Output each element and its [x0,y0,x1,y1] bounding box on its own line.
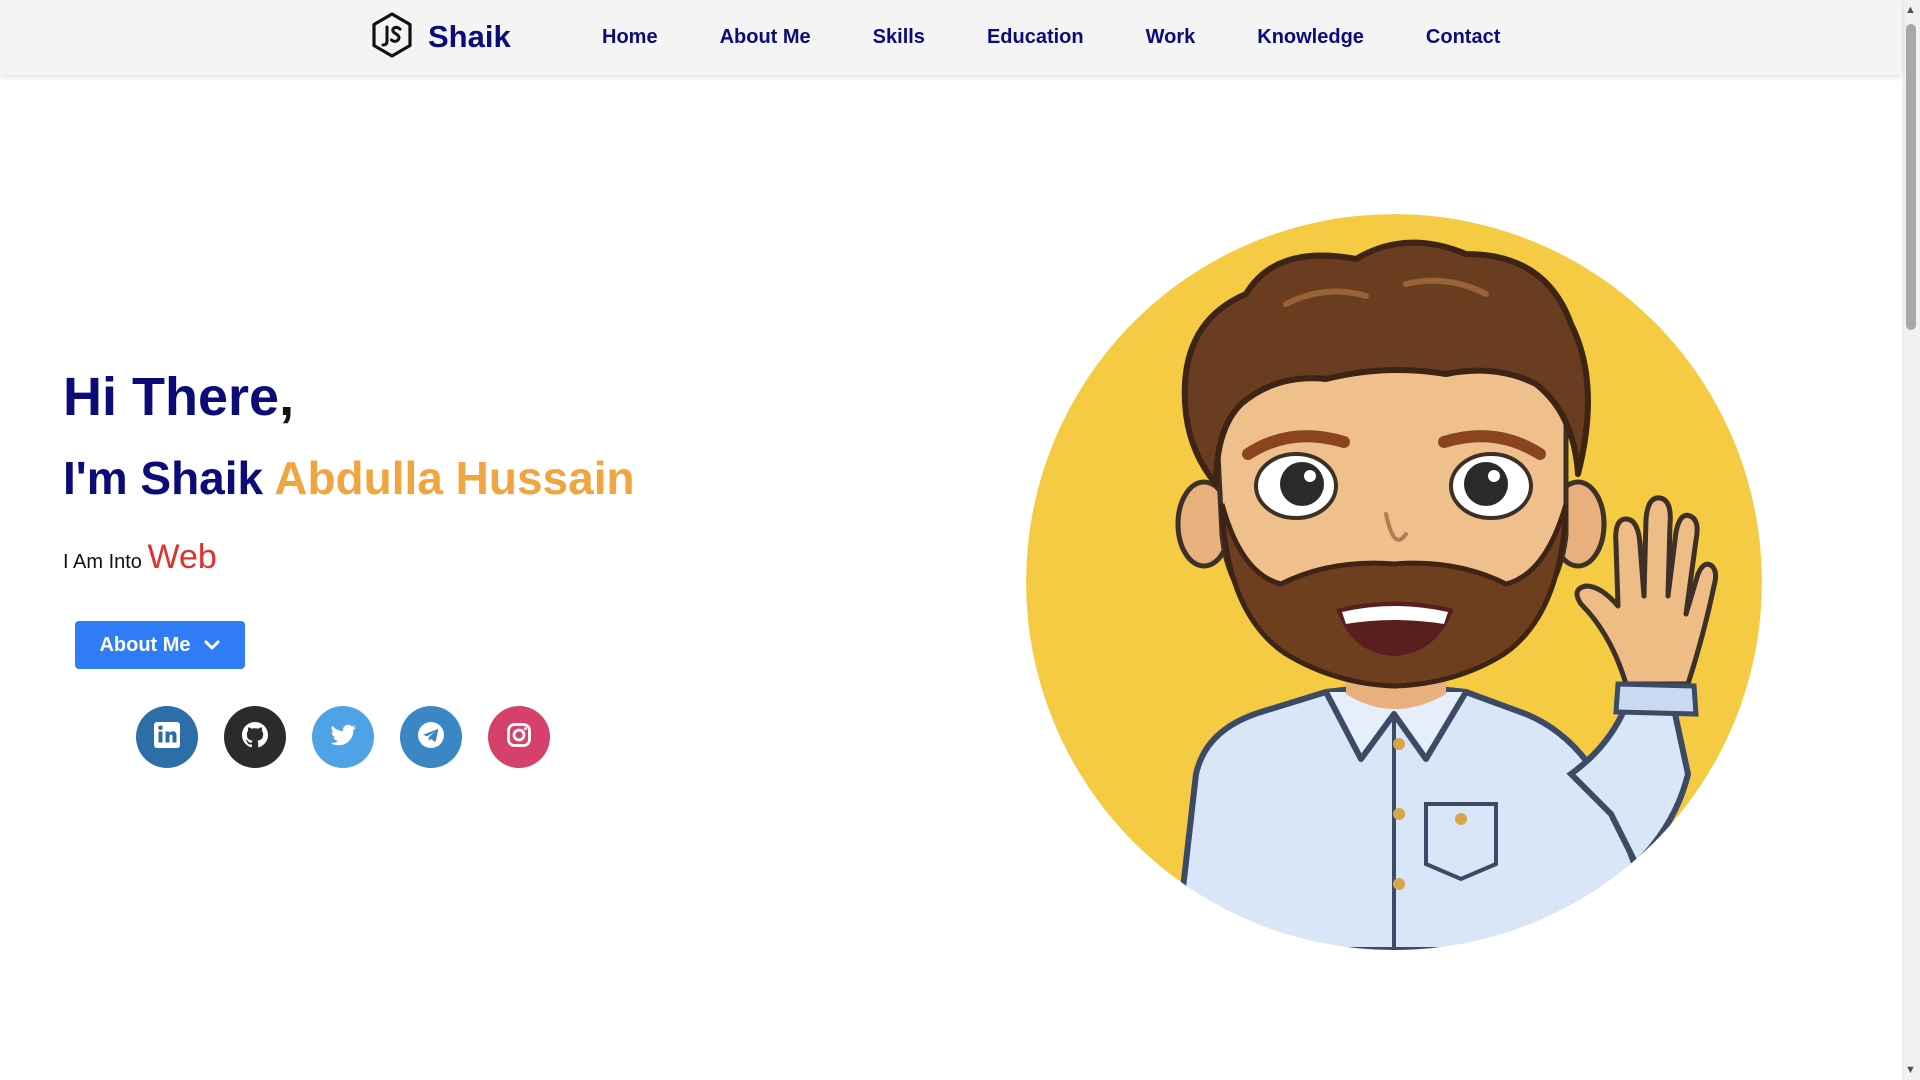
vertical-scrollbar[interactable]: ▲ ▼ [1902,0,1920,1080]
linkedin-link[interactable] [136,706,198,768]
about-me-button[interactable]: About Me [75,621,245,669]
scroll-up-arrow-icon[interactable]: ▲ [1905,4,1916,16]
nav-skills[interactable]: Skills [873,26,925,49]
about-me-button-label: About Me [99,633,191,656]
nav-about-me[interactable]: About Me [720,26,811,49]
hero-greeting: Hi There, [63,370,294,424]
intro-name-accent: Abdulla Hussain [274,452,635,504]
hero-typing-line: I Am Into Web [63,538,217,577]
nav-work[interactable]: Work [1146,26,1196,49]
hero-intro: I'm Shaik Abdulla Hussain [63,455,635,501]
telegram-link[interactable] [400,706,462,768]
site-header: Shaik Home About Me Skills Education Wor… [0,0,1902,75]
main-nav: Home About Me Skills Education Work Know… [602,0,1500,75]
twitter-icon [327,719,359,756]
waving-avatar-illustration [1026,214,1762,950]
instagram-link[interactable] [488,706,550,768]
typed-text: Web [147,538,217,576]
telegram-icon [415,719,447,756]
scrollbar-thumb[interactable] [1906,24,1916,330]
github-link[interactable] [224,706,286,768]
greeting-comma: , [279,367,295,427]
into-label: I Am Into [63,551,142,573]
social-links [136,706,550,768]
chevron-down-icon [203,636,221,654]
nav-education[interactable]: Education [987,26,1084,49]
linkedin-icon [151,719,183,756]
github-icon [239,719,271,756]
greeting-text: Hi There [63,367,280,427]
instagram-icon [503,719,535,756]
brand-name: Shaik [428,19,511,54]
nav-knowledge[interactable]: Knowledge [1257,26,1364,49]
avatar [1026,214,1762,950]
js-hexagon-icon [368,11,416,64]
nav-contact[interactable]: Contact [1426,26,1500,49]
intro-prefix: I'm Shaik [63,452,264,504]
brand-logo[interactable]: Shaik [368,11,511,64]
twitter-link[interactable] [312,706,374,768]
nav-home[interactable]: Home [602,26,658,49]
scroll-down-arrow-icon[interactable]: ▼ [1905,1064,1916,1076]
